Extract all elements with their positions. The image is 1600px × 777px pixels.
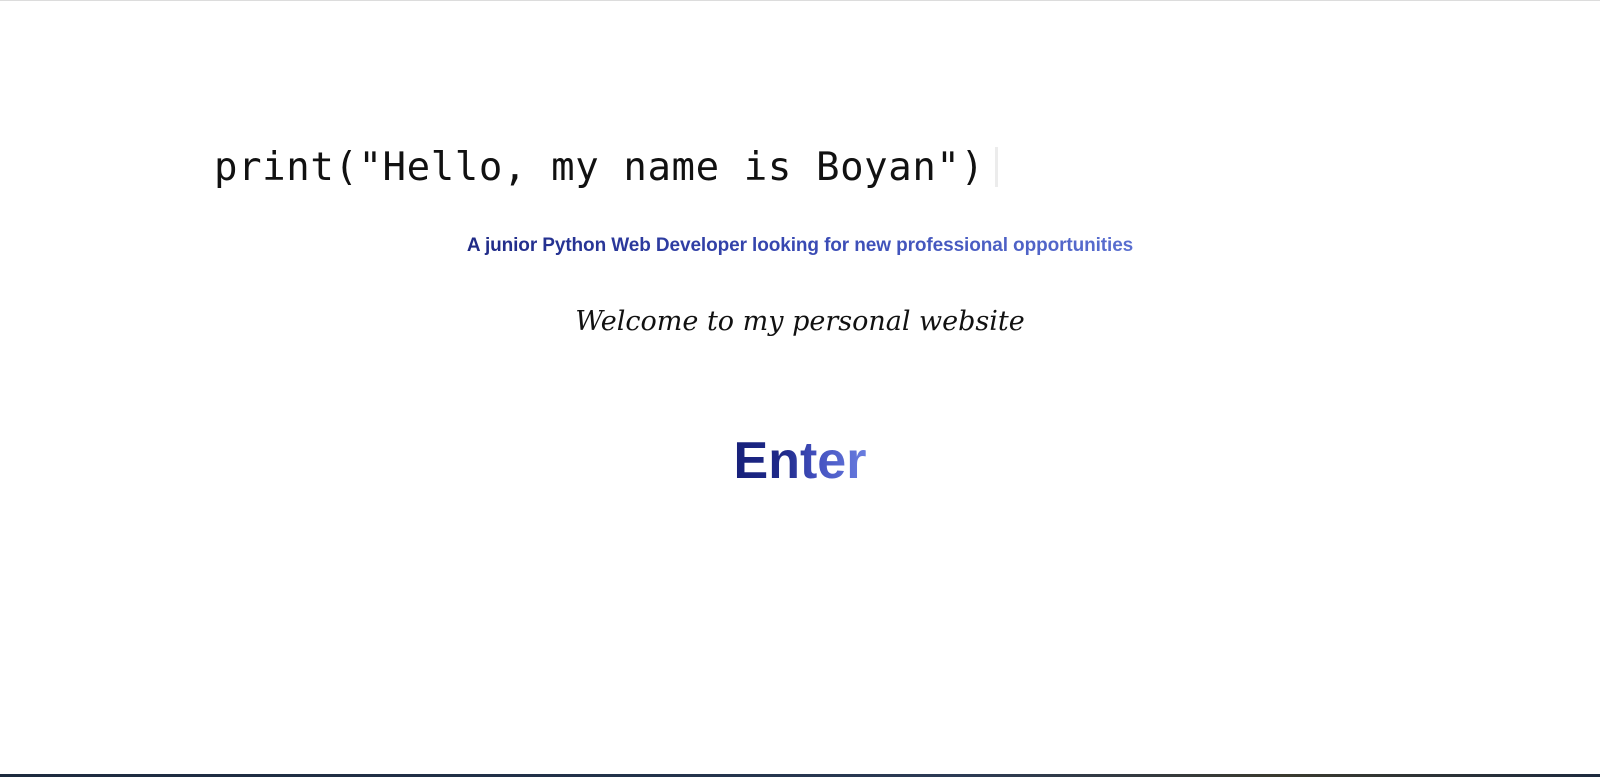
enter-button[interactable]: Enter <box>734 431 867 491</box>
tagline: A junior Python Web Developer looking fo… <box>0 235 1600 257</box>
landing-page: print("Hello, my name is Boyan") A junio… <box>0 0 1600 777</box>
typewriter-heading: print("Hello, my name is Boyan") <box>214 139 998 195</box>
enter-container: Enter <box>0 431 1600 491</box>
welcome-message: Welcome to my personal website <box>575 306 1025 337</box>
code-greeting: print("Hello, my name is Boyan") <box>214 144 985 190</box>
tagline-text: A junior Python Web Developer looking fo… <box>466 235 1134 256</box>
typing-cursor <box>994 147 998 187</box>
